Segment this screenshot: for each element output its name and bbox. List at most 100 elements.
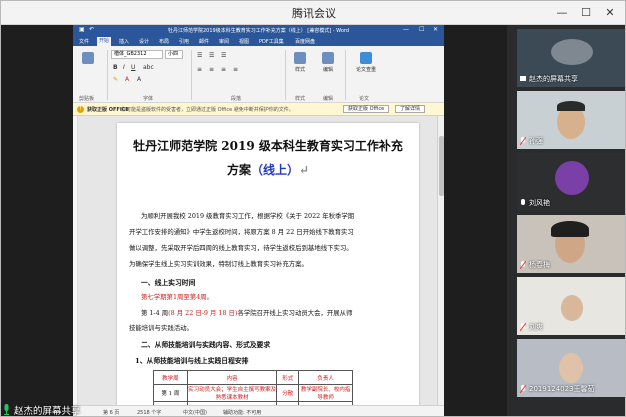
- participant-name: 刘风艳: [529, 199, 550, 207]
- tab-references[interactable]: 引用: [179, 38, 189, 45]
- status-words: 2518 个字: [137, 410, 162, 416]
- participants-panel: 赵杰的屏幕共享 孙强 刘风艳 杨春梅 刘爽 2019124023王馨茹: [507, 25, 625, 416]
- mic-muted-icon: [520, 137, 526, 146]
- font-color-button[interactable]: A: [125, 76, 129, 83]
- paste-icon: [82, 52, 94, 64]
- multilevel-list-button[interactable]: ☰: [221, 52, 226, 59]
- paper-check-button[interactable]: 论文查重: [351, 52, 381, 73]
- styles-button[interactable]: 样式: [289, 52, 311, 73]
- paragraph-mark: ↵: [298, 163, 310, 177]
- tab-view[interactable]: 视图: [239, 38, 249, 45]
- font-name-select[interactable]: 楷体_GB2312: [111, 50, 163, 59]
- avatar: [555, 161, 589, 195]
- word-title-bar: 牡丹江师范学院2019级本科生教育实习工作补充方案（线上） [兼容模式] - W…: [73, 25, 444, 36]
- para1-line1: 为顺利开展我校 2019 级教育实习工作，根据学校《关于 2022 年秋季学期: [141, 212, 355, 220]
- group-styles: 样式: [295, 96, 306, 102]
- word-close-icon[interactable]: ✕: [433, 26, 438, 33]
- word-window-title: 牡丹江师范学院2019级本科生教育实习工作补充方案（线上） [兼容模式] - W…: [167, 28, 350, 34]
- table-header-cell: 内容: [186, 370, 278, 385]
- table-header-row: 教学周 内容 形式 负责人: [153, 370, 353, 385]
- participant-tile[interactable]: 杨春梅: [517, 215, 625, 273]
- word-ribbon-tabs: 文件 开始 插入 设计 布局 引用 邮件 审阅 视图 PDF工具集 百度网盘: [73, 36, 444, 46]
- participant-tile[interactable]: 2019124023王馨茹: [517, 339, 625, 397]
- word-undo-icon[interactable]: ↶: [89, 26, 94, 33]
- status-page: 第 6 页: [103, 410, 120, 416]
- numbering-button[interactable]: ☰: [209, 52, 214, 59]
- table-header-cell: 教学周: [153, 370, 188, 385]
- scrollbar-thumb[interactable]: [439, 136, 444, 196]
- get-genuine-office-button[interactable]: 获取正版 Office: [343, 105, 390, 113]
- paper-check-icon: [360, 52, 372, 64]
- time-dates: (8 月 22 日-9 月 18 日): [168, 309, 238, 317]
- tab-review[interactable]: 审阅: [219, 38, 229, 45]
- office-license-notification: ! 获取正版 OFFICE 你可能是盗版软件的受害者，立即通过正版 Office…: [73, 103, 444, 116]
- italic-button[interactable]: I: [123, 64, 125, 71]
- table-cell: 教学副院长、校内指导教师: [298, 384, 353, 402]
- hair: [557, 101, 585, 111]
- paste-button[interactable]: [77, 52, 99, 66]
- tab-layout[interactable]: 布局: [159, 38, 169, 45]
- editing-button[interactable]: 编辑: [317, 52, 339, 73]
- strikethrough-button[interactable]: abc: [143, 64, 154, 71]
- close-button[interactable]: ✕: [601, 4, 619, 22]
- time-line-b: 技能培训与实践活动。: [129, 324, 193, 332]
- group-editing: 编辑: [323, 96, 334, 102]
- word-maximize-icon[interactable]: ☐: [419, 26, 424, 33]
- document-page[interactable]: 牡丹江师范学院 2019 级本科生教育实习工作补充 方案（线上）↵ 为顺利开展我…: [117, 123, 419, 416]
- char-shading-button[interactable]: A: [137, 76, 141, 83]
- font-size-select[interactable]: 小四: [165, 50, 183, 59]
- word-save-icon[interactable]: ▣: [79, 26, 85, 33]
- participant-tile[interactable]: 刘风艳: [517, 153, 625, 211]
- tab-mailings[interactable]: 邮件: [199, 38, 209, 45]
- heading-section2-1: 1、从师技能培训与线上实践日程安排: [135, 357, 249, 365]
- ribbon-separator: [107, 50, 108, 100]
- mic-muted-icon: [520, 261, 526, 270]
- time-rest: 各学院召开线上实习动员大会，开展从师: [237, 309, 353, 317]
- tab-baidu-netdisk[interactable]: 百度网盘: [295, 38, 315, 45]
- table-cell: 分散: [276, 384, 300, 402]
- word-status-bar: 第 6 页 2518 个字 中文(中国) 辅助功能: 不可用: [73, 405, 444, 416]
- tab-design[interactable]: 设计: [139, 38, 149, 45]
- participant-tile[interactable]: 刘爽: [517, 277, 625, 335]
- participant-tile[interactable]: 赵杰的屏幕共享: [517, 29, 625, 87]
- word-ribbon: 楷体_GB2312 小四 B I U abc ✎ A A ☰ ☰ ☰ ≡ ≡ ≡…: [73, 46, 444, 103]
- justify-button[interactable]: ≡: [233, 66, 238, 73]
- minimize-button[interactable]: —: [553, 4, 571, 22]
- participant-video: [561, 295, 583, 321]
- highlight-button[interactable]: ✎: [113, 76, 118, 83]
- para1-line3: 做以调整，先采取开学后四周的线上教育实习，待学生返校后到基地线下实习。: [129, 244, 353, 252]
- align-right-button[interactable]: ≡: [221, 66, 226, 73]
- avatar: [551, 39, 593, 65]
- vertical-scrollbar[interactable]: [437, 116, 444, 416]
- para1-line2: 开学工作安排的通知》中学生返校时间，将原方案 8 月 22 日开始线下教育实习: [129, 228, 354, 236]
- tab-file[interactable]: 文件: [79, 38, 89, 45]
- align-center-button[interactable]: ≡: [209, 66, 214, 73]
- doc-title-blue: （线上）: [250, 163, 299, 177]
- time-weeks: 第 1-4 周: [141, 309, 169, 317]
- bold-button[interactable]: B: [113, 64, 118, 71]
- time-red-line: 第七学期第1周至第4周。: [141, 293, 214, 301]
- tab-insert[interactable]: 插入: [119, 38, 129, 45]
- heading-section2: 二、从师技能培训与实践内容、形式及要求: [141, 341, 271, 349]
- underline-button[interactable]: U: [131, 64, 135, 71]
- mic-muted-icon: [520, 323, 526, 332]
- screen-share-icon: [520, 76, 526, 81]
- time-line-a: 第 1-4 周(8 月 22 日-9 月 18 日)各学院召开线上实习动员大会，…: [141, 308, 352, 317]
- mic-muted-icon: [520, 385, 526, 394]
- doc-title-black: 方案: [226, 163, 251, 177]
- ribbon-separator: [285, 50, 286, 100]
- learn-more-button[interactable]: 了解详情: [395, 105, 426, 113]
- notification-text: 你可能是盗版软件的受害者，立即通过正版 Office 避免中断并保护你的文件。: [121, 107, 294, 113]
- align-left-button[interactable]: ≡: [197, 66, 202, 73]
- maximize-button[interactable]: ☐: [577, 4, 595, 22]
- participant-tile[interactable]: 孙强: [517, 91, 625, 149]
- tab-pdf-tools[interactable]: PDF工具集: [259, 38, 284, 45]
- bullets-button[interactable]: ☰: [197, 52, 202, 59]
- participant-video: [559, 353, 583, 383]
- word-minimize-icon[interactable]: —: [403, 26, 409, 33]
- tab-home[interactable]: 开始: [97, 37, 112, 46]
- participant-name: 孙强: [529, 137, 543, 145]
- group-paragraph: 段落: [231, 96, 242, 102]
- mic-icon: [4, 404, 9, 415]
- participant-name: 刘爽: [529, 323, 543, 331]
